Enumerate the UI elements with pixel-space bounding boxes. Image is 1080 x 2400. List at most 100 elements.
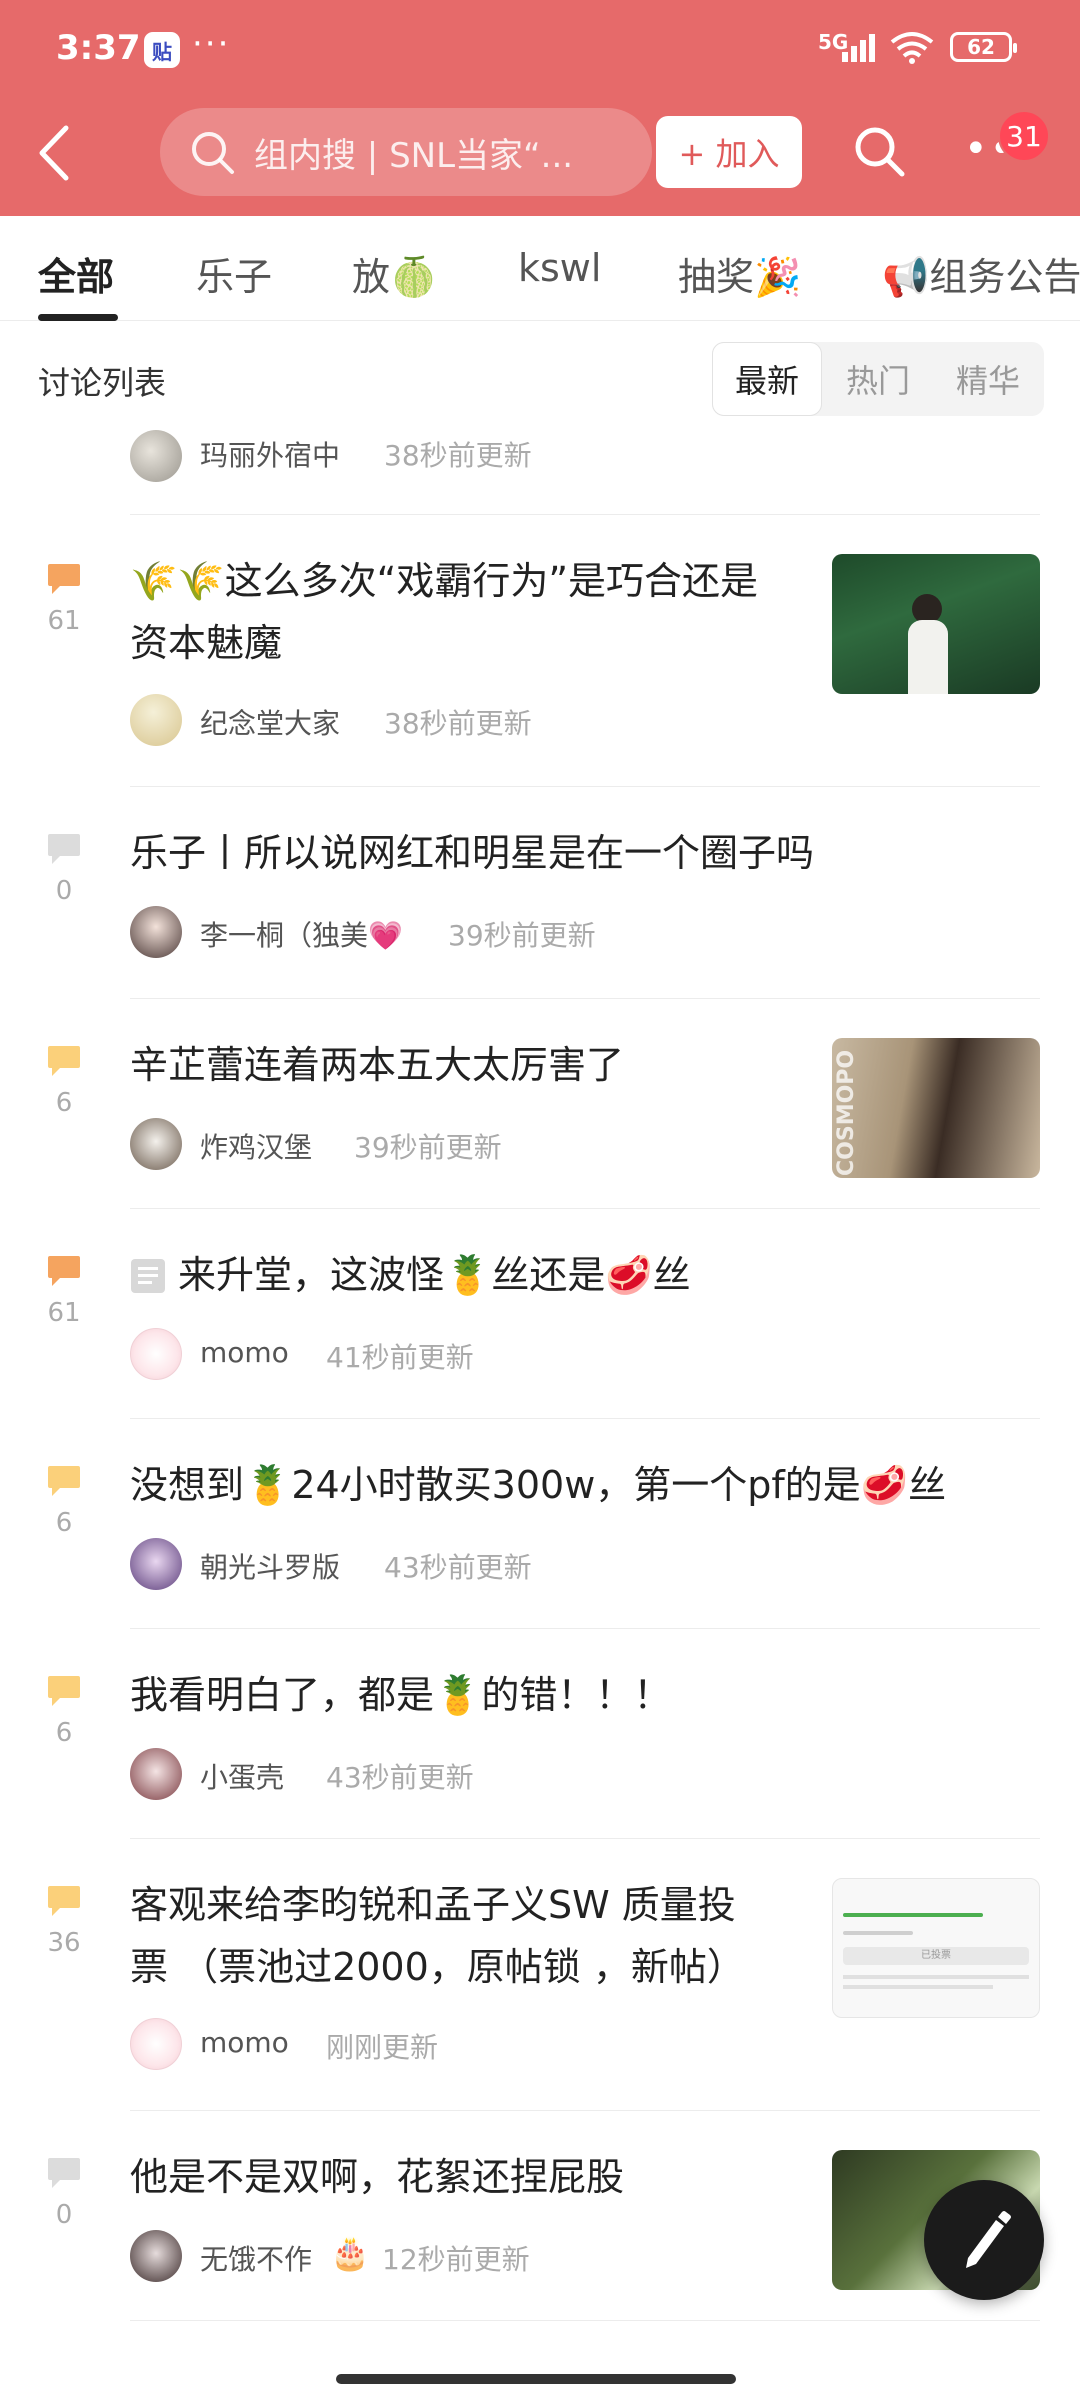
list-item[interactable]: 玛丽外宿中 38秒前更新 (0, 426, 1080, 516)
sort-hot-button[interactable]: 热门 (824, 342, 932, 416)
comment-count: 36 (47, 1928, 81, 1958)
author-name: 小蛋壳 (200, 1761, 285, 1794)
app-notification-icon: 贴 (144, 32, 180, 68)
post-title[interactable]: 辛芷蕾连着两本五大太厉害了 (130, 1034, 810, 1096)
comment-count: 61 (47, 606, 81, 636)
avatar (130, 1748, 182, 1800)
divider (130, 2320, 1040, 2321)
sort-latest-button[interactable]: 最新 (712, 342, 822, 416)
top-bar: 3:37 贴 ··· 5G 62 组内搜 | SNL当家“... + 加入 ••… (0, 0, 1080, 216)
update-time: 43秒前更新 (384, 1551, 532, 1584)
post-title-line: 客观来给李昀锐和孟子义SW 质量投 (130, 1883, 736, 1927)
notification-badge[interactable]: 31 (998, 110, 1050, 162)
list-item[interactable]: 6 辛芷蕾连着两本五大太厉害了 炸鸡汉堡 39秒前更新 COSMOPO (0, 998, 1080, 1209)
tab-lottery[interactable]: 抽奖🎉 (678, 246, 801, 301)
list-item[interactable]: 36 客观来给李昀锐和孟子义SW 质量投 票 （票池过2000，原帖锁 ，新帖）… (0, 1838, 1080, 2111)
author-name: 朝光斗罗版 (200, 1551, 341, 1584)
active-tab-indicator (38, 314, 118, 321)
avatar (130, 2018, 182, 2070)
list-item[interactable]: 6 我看明白了，都是🍍的错！！！ 小蛋壳 43秒前更新 (0, 1628, 1080, 1839)
home-indicator[interactable] (336, 2374, 736, 2384)
voted-label: 已投票 (843, 1947, 1029, 1965)
comment-icon (48, 1886, 80, 1916)
author-name: 玛丽外宿中 (200, 439, 341, 472)
thumbnail-figure-body (908, 620, 948, 694)
avatar (130, 2230, 182, 2282)
post-title[interactable]: 乐子丨所以说网红和明星是在一个圈子吗 (130, 822, 1010, 884)
join-group-button[interactable]: + 加入 (656, 116, 802, 188)
avatar (130, 1538, 182, 1590)
update-time: 43秒前更新 (326, 1761, 474, 1794)
sort-toggle: 最新 热门 精华 (712, 342, 1044, 416)
post-title[interactable]: 我看明白了，都是🍍的错！！！ (130, 1664, 1010, 1726)
update-time: 38秒前更新 (384, 707, 532, 740)
post-title[interactable]: 客观来给李昀锐和孟子义SW 质量投 票 （票池过2000，原帖锁 ，新帖） (130, 1874, 810, 1998)
tab-lezi[interactable]: 乐子 (196, 246, 272, 301)
post-title[interactable]: 他是不是双啊，花絮还捏屁股 (130, 2146, 810, 2208)
post-title[interactable]: 来升堂，这波怪🍍丝还是🥩丝 (178, 1244, 818, 1306)
pencil-icon (966, 2211, 1011, 2268)
signal-icon (842, 34, 875, 62)
search-placeholder: 组内搜 | SNL当家“... (254, 135, 574, 176)
post-title-line: 资本魅魔 (130, 621, 283, 665)
post-thumbnail[interactable]: COSMOPO (832, 1038, 1040, 1178)
update-time: 刚刚更新 (326, 2031, 439, 2064)
avatar (130, 906, 182, 958)
vote-bar (843, 1931, 913, 1935)
update-time: 39秒前更新 (448, 919, 596, 952)
thumbnail-text-line (843, 1975, 1029, 1979)
vote-bar (843, 1913, 983, 1917)
post-thumbnail[interactable]: 已投票 (832, 1878, 1040, 2018)
thumbnail-text-line (843, 1985, 993, 1989)
update-time: 39秒前更新 (354, 1131, 502, 1164)
list-item[interactable]: 0 他是不是双啊，花絮还捏屁股 无饿不作 🎂 12秒前更新 (0, 2110, 1080, 2321)
author-name: 李一桐（独美💗 (200, 919, 403, 952)
comment-count: 6 (55, 1088, 73, 1118)
list-item[interactable]: 6 没想到🍍24小时散买300w，第一个pf的是🥩丝 朝光斗罗版 43秒前更新 (0, 1418, 1080, 1629)
update-time: 38秒前更新 (384, 439, 532, 472)
discussion-list-title: 讨论列表 (38, 364, 167, 402)
author-name: momo (200, 1336, 289, 1369)
tab-all[interactable]: 全部 (38, 246, 114, 301)
list-item[interactable]: 61 🌾🌾这么多次“戏霸行为”是巧合还是 资本魅魔 纪念堂大家 38秒前更新 (0, 514, 1080, 787)
post-title-line: 票 （票池过2000，原帖锁 ，新帖） (130, 1945, 745, 1989)
comment-icon (48, 834, 80, 864)
list-item[interactable]: 61 来升堂，这波怪🍍丝还是🥩丝 momo 41秒前更新 (0, 1208, 1080, 1419)
author-name: momo (200, 2026, 289, 2059)
post-title[interactable]: 🌾🌾这么多次“戏霸行为”是巧合还是 资本魅魔 (130, 550, 810, 674)
comment-icon (48, 2158, 80, 2188)
search-button-icon[interactable] (852, 124, 906, 178)
list-item[interactable]: 0 乐子丨所以说网红和明星是在一个圈子吗 李一桐（独美💗 39秒前更新 (0, 786, 1080, 999)
comment-count: 6 (55, 1508, 73, 1538)
tab-kswl[interactable]: kswl (518, 246, 601, 290)
tab-fang[interactable]: 放🍈 (352, 246, 437, 301)
post-title[interactable]: 没想到🍍24小时散买300w，第一个pf的是🥩丝 (130, 1454, 1030, 1516)
wifi-icon (890, 32, 934, 64)
search-icon (192, 132, 234, 174)
status-time: 3:37 (56, 28, 141, 68)
post-thumbnail[interactable] (832, 554, 1040, 694)
category-tabs: 全部 乐子 放🍈 kswl 抽奖🎉 📢组务公告 (0, 216, 1080, 321)
comment-icon (48, 1046, 80, 1076)
post-title-line: 🌾🌾这么多次“戏霸行为”是巧合还是 (130, 559, 759, 603)
avatar (130, 694, 182, 746)
tab-announcements[interactable]: 📢组务公告 (882, 246, 1080, 301)
avatar (130, 430, 182, 482)
update-time: 12秒前更新 (382, 2243, 530, 2276)
comment-count: 0 (55, 2200, 73, 2230)
status-more-icon: ··· (192, 24, 231, 64)
comment-count: 61 (47, 1298, 81, 1328)
comment-count: 0 (55, 876, 73, 906)
author-name: 炸鸡汉堡 (200, 1131, 313, 1164)
comment-icon (48, 1466, 80, 1496)
author-name: 纪念堂大家 (200, 707, 341, 740)
comment-icon (48, 1256, 80, 1286)
comment-icon (48, 1676, 80, 1706)
avatar (130, 1118, 182, 1170)
comment-icon (48, 564, 80, 594)
group-search-input[interactable]: 组内搜 | SNL当家“... (160, 108, 652, 196)
sort-featured-button[interactable]: 精华 (934, 342, 1042, 416)
back-button[interactable] (30, 118, 80, 188)
write-post-button[interactable] (924, 2180, 1044, 2300)
battery-icon: 62 (950, 32, 1017, 62)
